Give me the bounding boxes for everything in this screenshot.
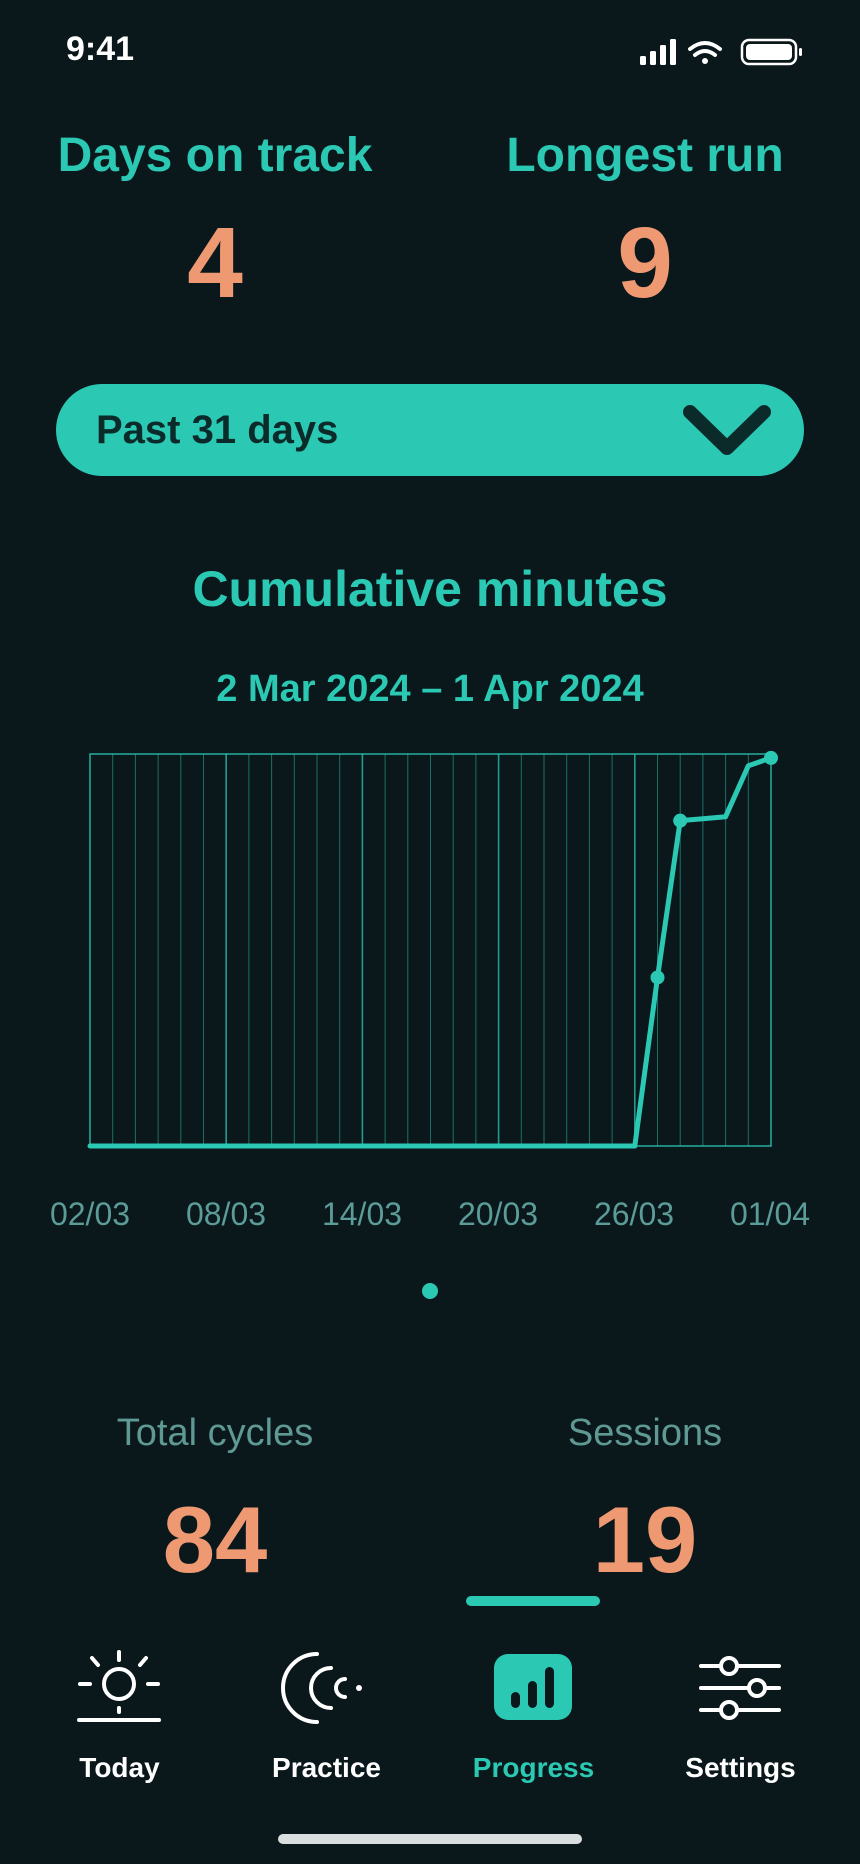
home-indicator (278, 1834, 582, 1844)
chart-title: Cumulative minutes (192, 561, 668, 617)
signal-icon (640, 39, 676, 65)
tab-today-label: Today (79, 1752, 160, 1783)
x-tick-label: 26/03 (593, 1196, 675, 1232)
date-range-label: Past 31 days (96, 408, 339, 452)
status-icons (640, 38, 820, 73)
x-tick-label: 02/03 (49, 1196, 131, 1232)
tab-progress[interactable]: Progress (426, 1640, 641, 1790)
total-cycles-label: Total cycles (116, 1412, 314, 1454)
tab-progress-label: Progress (472, 1752, 595, 1783)
practice-waves-icon (281, 1652, 362, 1724)
tab-settings-label: Settings (685, 1752, 796, 1783)
sun-icon (77, 1650, 161, 1722)
x-tick-label: 08/03 (185, 1196, 267, 1232)
x-tick-label: 14/03 (321, 1196, 403, 1232)
days-on-track-value: 4 (187, 207, 243, 319)
total-cycles-value: 84 (162, 1487, 268, 1592)
sliders-icon (699, 1656, 781, 1720)
bar-chart-icon (494, 1654, 572, 1720)
battery-icon (740, 38, 802, 66)
chevron-down-icon (683, 405, 771, 455)
date-range-dropdown[interactable]: Past 31 days (56, 384, 804, 476)
wifi-icon (688, 41, 722, 64)
longest-run-value: 9 (617, 207, 673, 319)
status-time: 9:41 (66, 30, 135, 68)
x-tick-label: 01/04 (729, 1196, 811, 1232)
chart-point (673, 813, 688, 828)
tab-today[interactable]: Today (12, 1640, 227, 1790)
chart-point (650, 970, 665, 985)
chart-date-range: 2 Mar 2024 – 1 Apr 2024 (216, 668, 644, 710)
chart-point (764, 750, 778, 765)
sessions-value: 19 (592, 1487, 698, 1592)
x-tick-label: 20/03 (457, 1196, 539, 1232)
tab-settings[interactable]: Settings (633, 1640, 848, 1790)
longest-run-label: Longest run (506, 129, 784, 182)
page-indicator-dot[interactable] (422, 1283, 438, 1299)
days-on-track-label: Days on track (57, 129, 373, 182)
sessions-label: Sessions (567, 1412, 723, 1454)
tab-practice-label: Practice (272, 1752, 381, 1783)
tab-practice[interactable]: Practice (219, 1640, 434, 1790)
cumulative-minutes-chart (87, 750, 778, 1149)
active-tab-indicator (466, 1596, 600, 1606)
